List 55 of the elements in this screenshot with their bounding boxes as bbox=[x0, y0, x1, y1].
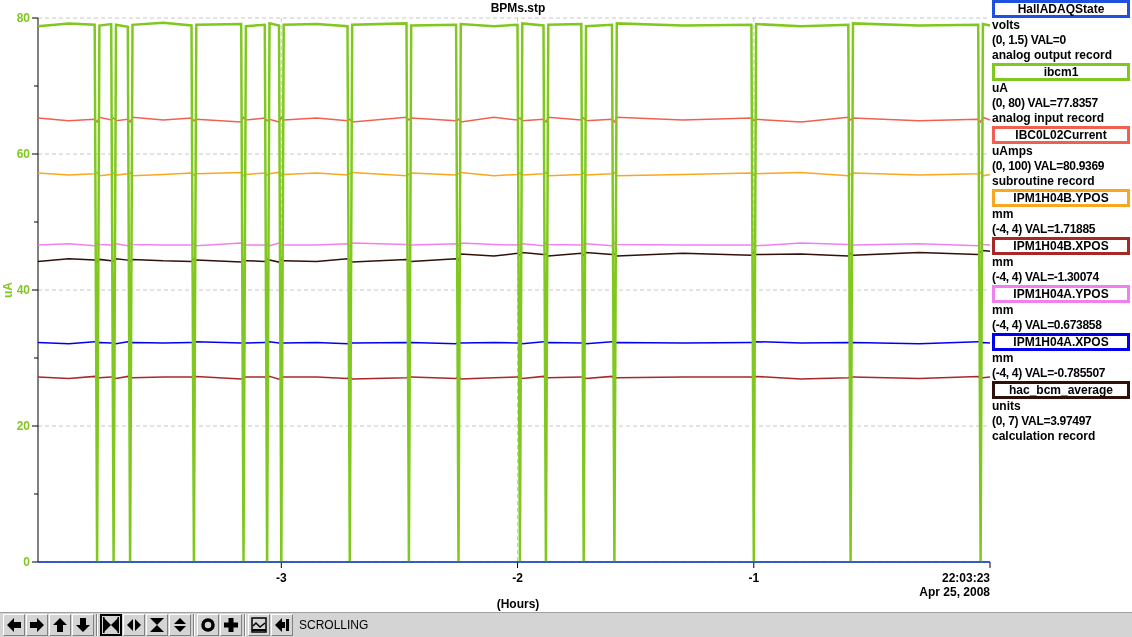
tick-label: 0 bbox=[23, 555, 30, 569]
tick-label: 60 bbox=[16, 147, 30, 161]
legend-record-type: analog input record bbox=[992, 111, 1105, 126]
legend-units: mm bbox=[992, 255, 1015, 270]
date-label: Apr 25, 2008 bbox=[919, 585, 990, 599]
graph-icon bbox=[251, 617, 267, 633]
arrows-outward-vertical-icon bbox=[172, 617, 188, 633]
legend-range: (-4, 4) VAL=-1.30074 bbox=[992, 270, 1100, 285]
x-axis-label: (Hours) bbox=[496, 597, 540, 611]
legend-range: (0, 80) VAL=77.8357 bbox=[992, 96, 1099, 111]
tick-label: 20 bbox=[16, 419, 30, 433]
legend-record-type: subroutine record bbox=[992, 174, 1096, 189]
arrows-inward-icon bbox=[103, 617, 119, 633]
legend-button[interactable]: IPM1H04A.YPOS bbox=[992, 285, 1130, 303]
legend-button[interactable]: IBC0L02Current bbox=[992, 126, 1130, 144]
legend-range: (-4, 4) VAL=1.71885 bbox=[992, 222, 1097, 237]
timestamp: 22:03:23 bbox=[941, 571, 990, 585]
legend-units: mm bbox=[992, 303, 1015, 318]
legend-range: (0, 7) VAL=3.97497 bbox=[992, 414, 1093, 429]
legend-range: (0, 1.5) VAL=0 bbox=[992, 33, 1067, 48]
legend-record-type: analog output record bbox=[992, 48, 1113, 63]
legend-button[interactable]: HallADAQState bbox=[992, 0, 1130, 18]
plus-icon bbox=[223, 617, 239, 633]
down-arrow-icon bbox=[75, 617, 91, 633]
y-axis-label: uA bbox=[1, 282, 15, 298]
legend-units: mm bbox=[992, 351, 1015, 366]
legend-units: units bbox=[992, 399, 1022, 414]
legend-record-type: calculation record bbox=[992, 429, 1097, 444]
tick-label: 80 bbox=[16, 11, 30, 25]
mode-label: SCROLLING bbox=[299, 617, 369, 634]
legend-range: (-4, 4) VAL=-0.785507 bbox=[992, 366, 1107, 381]
tick-label: -3 bbox=[276, 571, 287, 585]
legend-range: (0, 100) VAL=80.9369 bbox=[992, 159, 1106, 174]
arrows-inward-vertical-icon bbox=[149, 617, 165, 633]
legend-button[interactable]: IPM1H04B.XPOS bbox=[992, 237, 1130, 255]
legend-range: (-4, 4) VAL=0.673858 bbox=[992, 318, 1103, 333]
legend-button[interactable]: IPM1H04B.YPOS bbox=[992, 189, 1130, 207]
tick-label: 40 bbox=[16, 283, 30, 297]
up-arrow-icon bbox=[52, 617, 68, 633]
tick-label: -1 bbox=[748, 571, 760, 585]
back-arrow-icon bbox=[274, 617, 290, 633]
toolbar-button[interactable] bbox=[100, 614, 122, 636]
legend-units: volts bbox=[992, 18, 1021, 33]
ring-icon bbox=[200, 617, 216, 633]
arrows-outward-icon bbox=[126, 617, 142, 633]
legend-units: uA bbox=[992, 81, 1009, 96]
legend-button[interactable]: hac_bcm_average bbox=[992, 381, 1130, 399]
legend-units: uAmps bbox=[992, 144, 1034, 159]
legend-button[interactable]: IPM1H04A.XPOS bbox=[992, 333, 1130, 351]
legend-button[interactable]: ibcm1 bbox=[992, 63, 1130, 81]
right-arrow-icon bbox=[29, 617, 45, 633]
chart-title: BPMs.stp bbox=[490, 1, 546, 15]
left-arrow-icon bbox=[6, 617, 22, 633]
tick-label: -2 bbox=[512, 571, 523, 585]
legend-units: mm bbox=[992, 207, 1015, 222]
